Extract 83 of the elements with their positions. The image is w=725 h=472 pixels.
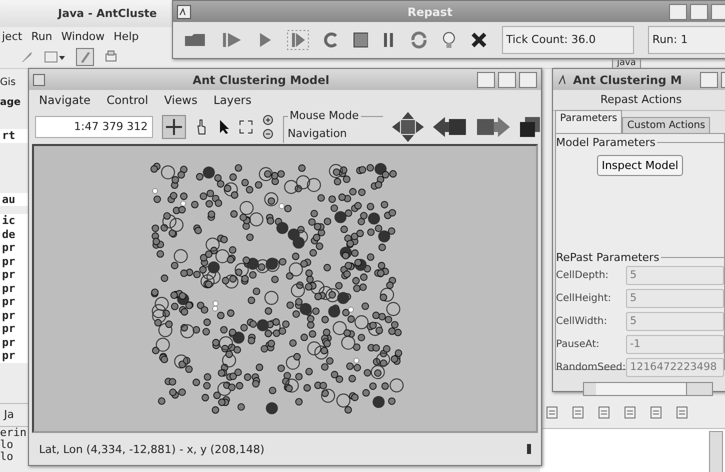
- code-line: pr: [2, 254, 16, 268]
- menu-item[interactable]: ject: [2, 30, 22, 42]
- maximize-button[interactable]: [498, 72, 516, 88]
- window-title: Ant Clustering Model: [192, 72, 330, 86]
- tab-label[interactable]: Ja: [4, 408, 14, 421]
- parameter-field[interactable]: 1216472223498: [626, 358, 724, 377]
- zoom-in-icon[interactable]: [262, 114, 274, 126]
- code-line: pr: [2, 336, 16, 349]
- console-line: lo: [0, 438, 14, 450]
- mouse-mode-value[interactable]: Navigation: [288, 126, 384, 140]
- close-icon[interactable]: [470, 30, 488, 48]
- tab-label[interactable]: age: [0, 93, 28, 113]
- minimize-button[interactable]: [700, 72, 718, 88]
- window-title: Java - AntCluste: [58, 7, 157, 20]
- layers-icon[interactable]: [519, 116, 541, 138]
- code-line: pr: [2, 241, 16, 254]
- minimize-button[interactable]: [477, 72, 495, 88]
- back-arrow-icon[interactable]: [433, 115, 468, 139]
- tab-label[interactable]: Gis: [0, 73, 28, 93]
- code-line: pr: [2, 322, 16, 336]
- forward-arrow-icon[interactable]: [476, 115, 510, 139]
- reset-icon[interactable]: [322, 32, 338, 48]
- app-icon: [177, 4, 191, 18]
- zoom-out-icon[interactable]: [262, 128, 274, 140]
- step-icon[interactable]: [286, 30, 309, 50]
- maximize-button[interactable]: [690, 4, 708, 20]
- window-title: Ant Clustering M: [573, 72, 683, 86]
- close-button[interactable]: [519, 72, 537, 88]
- pen-icon[interactable]: [76, 48, 94, 66]
- menu-item[interactable]: Layers: [213, 93, 252, 107]
- inspect-model-button[interactable]: Inspect Model: [596, 155, 684, 176]
- menu-item[interactable]: Control: [106, 93, 148, 107]
- menu-item[interactable]: Views: [164, 93, 198, 107]
- close-button[interactable]: [711, 4, 725, 20]
- menu-item[interactable]: Window: [61, 30, 105, 42]
- arrows-icon[interactable]: [392, 112, 424, 142]
- scale-field[interactable]: 1:47 379 312: [35, 116, 153, 138]
- menu-item[interactable]: Navigate: [39, 93, 91, 107]
- code-line: pr: [2, 295, 16, 308]
- console-line: erin: [0, 426, 28, 438]
- console-line: lo: [0, 450, 14, 462]
- field-label: RandomSeed:: [556, 362, 626, 373]
- scrollbar[interactable]: [709, 431, 723, 472]
- lightbulb-icon[interactable]: [442, 30, 456, 48]
- map-canvas[interactable]: [32, 144, 538, 433]
- tab[interactable]: Parameters: [555, 110, 622, 133]
- tick-count-field: Tick Count: 36.0: [502, 26, 634, 54]
- group-legend: RePast Parameters: [556, 251, 662, 264]
- app-icon: [33, 74, 45, 86]
- parameter-field[interactable]: 5: [626, 312, 724, 331]
- zoom-extent-icon[interactable]: [238, 120, 253, 134]
- code-line: de: [2, 228, 16, 241]
- fast-forward-icon[interactable]: [220, 32, 243, 48]
- code-line: pr: [2, 282, 16, 295]
- code-line: pr: [2, 308, 16, 322]
- parameter-field[interactable]: -1: [626, 335, 724, 354]
- menu-item[interactable]: Run: [31, 30, 52, 42]
- pointer-icon[interactable]: [218, 119, 230, 135]
- code-line: ic: [2, 214, 16, 228]
- group-legend: Mouse Mode: [288, 108, 361, 122]
- pan-icon[interactable]: [162, 115, 186, 139]
- field-label: PauseAt:: [556, 339, 600, 350]
- progress-indicator: [527, 444, 531, 454]
- tab[interactable]: Custom Actions: [622, 117, 710, 133]
- printer-icon[interactable]: [104, 50, 118, 64]
- refresh-icon[interactable]: [410, 30, 428, 48]
- field-label: CellWidth:: [556, 316, 608, 327]
- parameter-field[interactable]: 5: [626, 266, 724, 285]
- code-line: pr: [2, 268, 16, 282]
- status-text: Lat, Lon (4,334, -12,881) - x, y (208,148): [39, 442, 264, 456]
- code-line: au: [2, 192, 16, 206]
- field-label: CellDepth:: [556, 270, 610, 281]
- menu-item[interactable]: Help: [114, 30, 139, 42]
- group-legend: Model Parameters: [556, 136, 658, 149]
- window-title: Repast: [406, 4, 454, 18]
- code-line: rt: [2, 129, 16, 142]
- stop-icon[interactable]: [352, 32, 368, 48]
- field-label: CellHeight:: [556, 293, 612, 304]
- parameter-field[interactable]: 5: [626, 289, 724, 308]
- code-line: pr: [2, 349, 16, 362]
- run-field: Run: 1: [648, 26, 725, 54]
- minimize-button[interactable]: [669, 4, 687, 20]
- scrollbar[interactable]: [583, 382, 713, 396]
